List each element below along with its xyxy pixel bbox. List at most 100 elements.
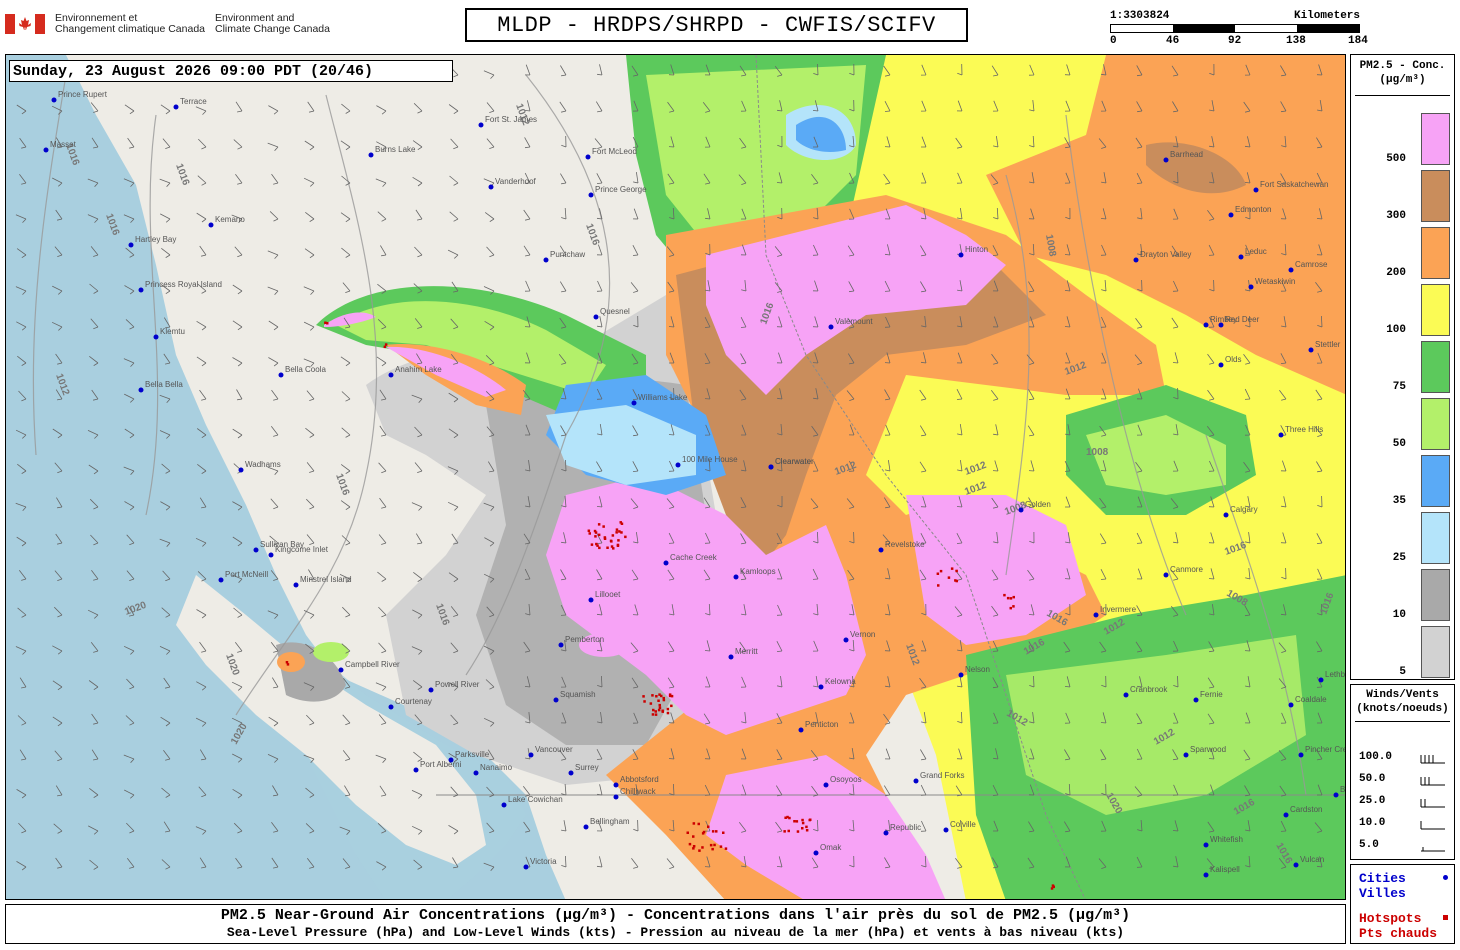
- hotspot-marker: [649, 702, 653, 705]
- wind-barb: [341, 391, 351, 402]
- scale-tick: 92: [1228, 35, 1242, 47]
- hotspot-marker: [668, 694, 672, 698]
- wind-speed-label: 25.0: [1359, 795, 1386, 807]
- city-dot: [1253, 187, 1259, 193]
- city-dot: [798, 727, 804, 733]
- hotspot-marker: [808, 818, 811, 822]
- hotspot-marker: [597, 523, 601, 526]
- city-dot: [1183, 752, 1189, 758]
- wind-barb: [376, 356, 387, 367]
- hotspot-marker: [588, 532, 591, 535]
- hotspot-marker: [590, 543, 594, 546]
- wind-barb: [378, 534, 387, 545]
- wind-barb: [597, 784, 603, 796]
- wind-barb-icon: [1421, 847, 1445, 852]
- department-name-fr: Environnement et Changement climatique C…: [55, 13, 205, 35]
- hotspot-marker: [805, 825, 808, 829]
- hotspot-marker: [611, 534, 615, 537]
- city-label: Bella Bella: [145, 380, 183, 389]
- city-dot: [128, 242, 134, 248]
- city-dot: [663, 560, 669, 566]
- city-dot: [631, 400, 637, 406]
- hotspot-marker: [596, 544, 599, 547]
- hotspot-marker: [615, 528, 619, 531]
- city-label: Kingcome Inlet: [275, 545, 329, 554]
- city-dot: [958, 252, 964, 258]
- city-dot: [1163, 157, 1169, 163]
- wind-barb: [234, 246, 243, 258]
- wind-barb-icon: [1420, 799, 1445, 808]
- hotspot-marker: [936, 572, 940, 575]
- wind-barb: [269, 211, 279, 222]
- wind-barb: [377, 571, 387, 582]
- winds-legend: Winds/Vents (knots/noeuds) 100.0 50.0 25.0…: [1350, 684, 1455, 860]
- city-label: Lethbridge: [1325, 670, 1346, 679]
- wind-barb: [666, 858, 675, 869]
- wind-barb: [632, 208, 639, 220]
- city-dot: [1203, 872, 1209, 878]
- wind-barb: [160, 213, 171, 223]
- city-dot: [1333, 792, 1339, 798]
- city-dot: [613, 782, 619, 788]
- city-dot: [1298, 752, 1304, 758]
- cities-label-en: Cities: [1359, 871, 1406, 886]
- wind-barb: [196, 212, 207, 223]
- city-dot: [568, 770, 574, 776]
- map-canvas[interactable]: 1012 1016 1016 1016 1012 1016 1016 1016 1012 1012…: [5, 54, 1346, 900]
- markers-legend: Cities Villes Hotspots Pts chauds: [1350, 864, 1455, 944]
- legend-swatch-25: [1421, 512, 1450, 564]
- city-label: Abbotsford: [620, 775, 659, 784]
- hotspot-marker: [719, 845, 723, 848]
- city-label: Osoyoos: [830, 775, 862, 784]
- eccc-logo: Environnement et Changement climatique C…: [5, 10, 345, 40]
- pm25-plume-island-1: [277, 652, 305, 672]
- wind-barb: [414, 462, 423, 473]
- wind-barb: [232, 320, 243, 331]
- wind-speed-label: 50.0: [1359, 773, 1386, 785]
- hotspot-marker: [643, 700, 646, 703]
- winds-divider: [1355, 721, 1450, 722]
- hotspot-marker: [697, 822, 700, 826]
- wind-barb: [268, 357, 279, 367]
- hotspot-marker: [692, 822, 696, 825]
- wind-barb: [306, 498, 315, 510]
- city-label: Powell River: [435, 680, 480, 689]
- city-label: Fernie: [1200, 690, 1223, 699]
- wind-barb: [884, 748, 891, 760]
- city-label: Colville: [950, 820, 976, 829]
- hotspot-marker: [651, 713, 655, 716]
- hotspot-marker: [624, 535, 627, 539]
- hotspot-marker: [598, 546, 601, 550]
- wind-barb: [523, 209, 531, 221]
- city-dot: [338, 667, 344, 673]
- city-dot: [293, 582, 299, 588]
- wind-barb: [920, 820, 927, 832]
- city-label: Brooks: [1340, 785, 1346, 794]
- hotspot-marker: [801, 821, 805, 825]
- hotspot-marker: [654, 713, 658, 716]
- city-label: Surrey: [575, 763, 599, 772]
- city-label: Anahim Lake: [395, 365, 442, 374]
- wind-barb: [449, 211, 459, 222]
- scale-tick: 0: [1110, 35, 1117, 47]
- city-label: Merritt: [735, 647, 758, 656]
- hotspot-marker: [606, 546, 609, 549]
- wind-barb: [341, 103, 351, 114]
- hotspot-marker: [796, 830, 800, 833]
- legend-swatch-35: [1421, 455, 1450, 507]
- wind-barb: [486, 138, 495, 149]
- wind-barb: [236, 389, 243, 401]
- city-dot: [843, 637, 849, 643]
- city-label: Williams Lake: [638, 393, 688, 402]
- hotspot-marker: [711, 847, 714, 851]
- hotspot-marker: [670, 704, 673, 708]
- wind-barb: [412, 176, 423, 187]
- scale-unit: Kilometers: [1293, 10, 1360, 22]
- city-dot: [583, 824, 589, 830]
- hotspot-marker: [652, 708, 655, 712]
- city-dot: [1248, 284, 1254, 290]
- hotspot-marker: [698, 849, 701, 852]
- city-dot: [878, 547, 884, 553]
- wind-barb: [376, 105, 387, 115]
- city-label: Port McNeill: [225, 570, 268, 579]
